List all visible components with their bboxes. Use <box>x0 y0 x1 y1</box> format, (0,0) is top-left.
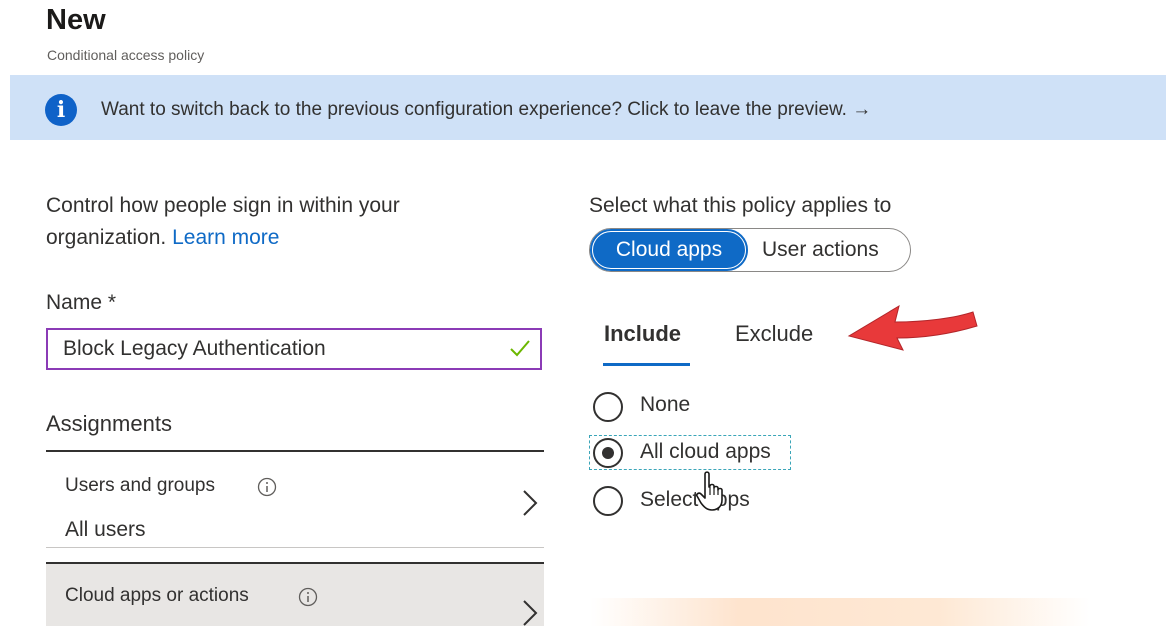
radio-none-label[interactable]: None <box>640 393 690 417</box>
intro-text-line2: organization. Learn more <box>46 226 279 250</box>
chevron-right-icon[interactable] <box>520 598 540 628</box>
radio-all-cloud-apps[interactable] <box>593 438 623 468</box>
info-circle-icon[interactable] <box>298 587 318 607</box>
page-subtitle: Conditional access policy <box>47 47 205 63</box>
info-circle-icon[interactable] <box>257 477 277 497</box>
red-arrow-annotation-icon <box>847 304 978 351</box>
tab-include[interactable]: Include <box>604 321 681 347</box>
learn-more-link[interactable]: Learn more <box>172 226 279 249</box>
users-and-groups-value: All users <box>65 518 146 541</box>
policy-name-input[interactable] <box>46 328 542 370</box>
page-title: New <box>46 4 106 36</box>
check-icon <box>510 340 530 357</box>
info-icon: i <box>45 94 77 126</box>
hand-cursor-icon <box>696 471 723 511</box>
users-and-groups-label: Users and groups <box>65 475 215 496</box>
cloud-apps-toggle-button[interactable]: Cloud apps <box>590 229 748 271</box>
assignments-heading: Assignments <box>46 411 172 436</box>
radio-select-apps[interactable] <box>593 486 623 516</box>
preview-banner-text[interactable]: Want to switch back to the previous conf… <box>101 99 871 121</box>
decorative-glow <box>590 598 1090 626</box>
applies-to-label: Select what this policy applies to <box>589 194 892 217</box>
chevron-right-icon[interactable] <box>520 488 540 518</box>
intro-text-prefix: organization. <box>46 226 167 249</box>
active-tab-indicator <box>603 363 690 366</box>
intro-text: Control how people sign in within your <box>46 194 400 217</box>
divider <box>46 547 544 548</box>
radio-all-cloud-apps-label[interactable]: All cloud apps <box>640 440 771 464</box>
radio-selected-dot <box>602 447 614 459</box>
user-actions-toggle-button[interactable]: User actions <box>762 238 879 262</box>
radio-none[interactable] <box>593 392 623 422</box>
name-label: Name * <box>46 291 117 314</box>
cloud-apps-or-actions-label: Cloud apps or actions <box>65 585 249 606</box>
tab-exclude[interactable]: Exclude <box>735 321 813 347</box>
